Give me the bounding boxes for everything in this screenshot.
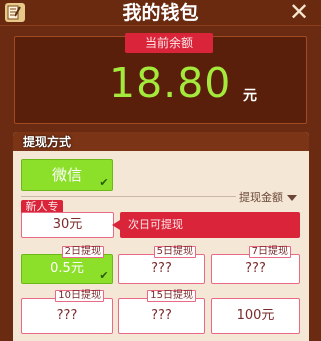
balance-panel: 当前余额 18.80 元 (14, 33, 307, 124)
balance-unit: 元 (243, 88, 257, 104)
amount-option-10day[interactable]: 10日提现 ??? (21, 290, 113, 334)
amount-option-value: 100元 (236, 308, 275, 323)
wechat-method-button[interactable]: 微信 ✔ (21, 159, 113, 191)
amount-option-value: 30元 (52, 217, 83, 232)
amount-option-15day[interactable]: 15日提现 ??? (118, 290, 205, 334)
option-delay-tag: 7日提现 (248, 246, 291, 258)
withdraw-section-title: 提现方式 (23, 135, 72, 149)
amount-option-value: ??? (151, 308, 172, 323)
amount-option-7day[interactable]: 7日提现 ??? (211, 246, 300, 284)
close-icon[interactable]: ✕ (288, 0, 310, 24)
triangle-down-icon (287, 195, 297, 201)
checkmark-icon: ✔ (99, 269, 109, 282)
wechat-method-label: 微信 (51, 166, 82, 184)
withdraw-amount-text: 提现金额 (239, 191, 283, 204)
amount-option-value: ??? (245, 261, 266, 276)
amount-option-value: ??? (56, 308, 78, 323)
amount-option-0-5[interactable]: 2日提现 0.5元 ✔ (21, 246, 113, 284)
amount-option-30[interactable]: 30元 (21, 212, 114, 238)
amount-option-value: ??? (151, 261, 172, 276)
header-bar: 我的钱包 ✕ (0, 0, 321, 26)
amount-option-5day[interactable]: 5日提现 ??? (118, 246, 205, 284)
balance-amount: 18.80 (109, 59, 232, 107)
option-delay-tag: 5日提现 (153, 246, 196, 258)
option-delay-tag: 2日提现 (61, 246, 104, 258)
option-delay-tag: 10日提现 (55, 290, 104, 302)
withdraw-tooltip: 次日可提现 (112, 212, 300, 238)
divider (21, 196, 236, 197)
amount-option-100[interactable]: 100元 (211, 298, 300, 334)
withdraw-header: 提现方式 (13, 132, 309, 151)
option-delay-tag: 15日提现 (147, 290, 196, 302)
balance-label: 当前余额 (125, 33, 213, 53)
page-title: 我的钱包 (122, 2, 199, 24)
withdraw-panel: 提现方式 微信 ✔ 提现金额 新人专享 30元 次日可提现 2日提现 0.5元 … (13, 132, 309, 341)
withdraw-amount-label: 提现金额 (239, 189, 297, 205)
checkmark-icon: ✔ (99, 176, 109, 189)
